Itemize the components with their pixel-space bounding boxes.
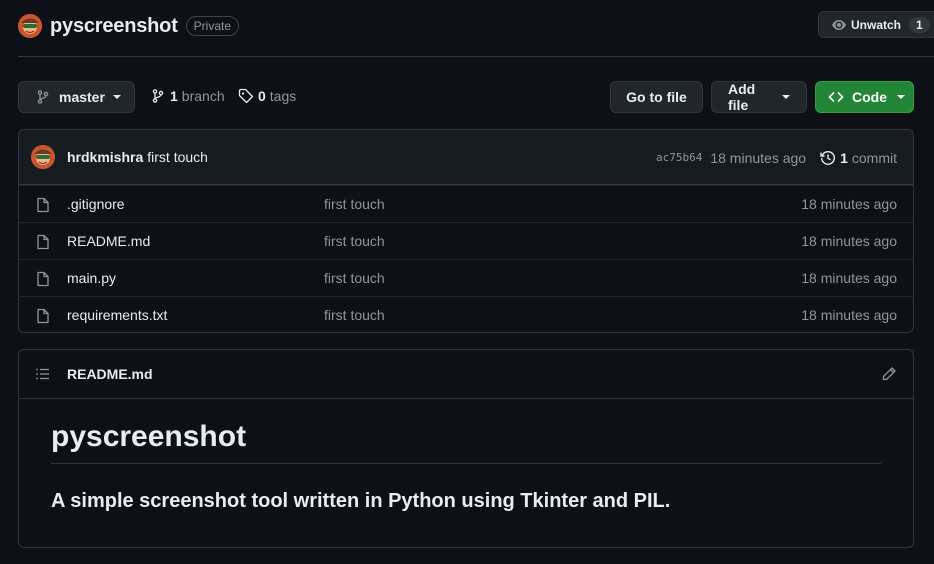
header-divider: [18, 56, 934, 57]
file-name[interactable]: .gitignore: [67, 196, 125, 212]
repo-name[interactable]: pyscreenshot: [50, 15, 178, 38]
file-icon: [35, 234, 51, 250]
watch-count: 1: [909, 16, 930, 33]
file-icon: [35, 308, 51, 324]
file-commit-message[interactable]: first touch: [324, 307, 385, 323]
file-row: .gitignore first touch 18 minutes ago: [19, 185, 913, 222]
commit-meta: ac75b64 18 minutes ago 1 commit: [656, 130, 897, 185]
git-branch-icon: [150, 88, 166, 104]
file-commit-time: 18 minutes ago: [801, 233, 897, 249]
add-file-label: Add file: [728, 81, 756, 113]
eye-icon: [831, 17, 847, 33]
latest-commit-bar: hrdkmishra first touch ac75b64 18 minute…: [19, 130, 913, 185]
file-row: main.py first touch 18 minutes ago: [19, 259, 913, 296]
file-name[interactable]: main.py: [67, 270, 116, 286]
file-icon: [35, 271, 51, 287]
branch-count: 1: [170, 88, 178, 104]
file-commit-message[interactable]: first touch: [324, 196, 385, 212]
tags-link[interactable]: 0 tags: [238, 88, 296, 104]
tag-icon: [238, 88, 254, 104]
visibility-badge: Private: [185, 16, 240, 36]
history-icon: [820, 150, 836, 166]
unwatch-button[interactable]: Unwatch 1: [818, 11, 934, 38]
file-row: requirements.txt first touch 18 minutes …: [19, 296, 913, 332]
file-name[interactable]: requirements.txt: [67, 307, 167, 323]
pencil-icon[interactable]: [881, 366, 897, 382]
caret-down-icon: [112, 93, 121, 101]
readme-heading: pyscreenshot: [51, 419, 881, 464]
readme-panel: README.md pyscreenshot A simple screensh…: [18, 349, 914, 548]
file-row: README.md first touch 18 minutes ago: [19, 222, 913, 259]
commit-count: 1: [840, 149, 848, 166]
file-icon: [35, 197, 51, 213]
git-branch-icon: [35, 89, 51, 105]
file-commit-message[interactable]: first touch: [324, 270, 385, 286]
tag-word: tags: [269, 88, 297, 104]
readme-header: README.md: [19, 350, 913, 399]
commit-author[interactable]: hrdkmishra: [67, 149, 143, 165]
unwatch-label: Unwatch: [851, 17, 902, 32]
commit-sha[interactable]: ac75b64: [656, 151, 702, 164]
caret-down-icon: [782, 93, 790, 101]
owner-avatar[interactable]: [18, 14, 42, 38]
file-commit-time: 18 minutes ago: [801, 307, 897, 323]
commit-word: commit: [851, 149, 897, 166]
commits-link[interactable]: 1 commit: [820, 150, 897, 166]
branch-selector-button[interactable]: master: [18, 81, 135, 113]
repo-header: pyscreenshot Private: [18, 12, 240, 40]
author-avatar[interactable]: [31, 145, 55, 169]
list-icon[interactable]: [35, 366, 51, 382]
file-commit-time: 18 minutes ago: [801, 270, 897, 286]
caret-down-icon: [897, 93, 905, 101]
go-to-file-button[interactable]: Go to file: [610, 81, 703, 113]
file-name[interactable]: README.md: [67, 233, 150, 249]
readme-content: pyscreenshot A simple screenshot tool wr…: [19, 399, 913, 513]
branch-name: master: [59, 89, 105, 105]
file-commit-message[interactable]: first touch: [324, 233, 385, 249]
code-label: Code: [852, 89, 887, 105]
add-file-button[interactable]: Add file: [711, 81, 807, 113]
tag-count: 0: [258, 88, 266, 104]
readme-description: A simple screenshot tool written in Pyth…: [51, 490, 671, 512]
readme-filename[interactable]: README.md: [67, 366, 153, 382]
commit-message[interactable]: first touch: [147, 149, 208, 165]
code-icon: [828, 89, 844, 105]
code-button[interactable]: Code: [815, 81, 914, 113]
commit-time: 18 minutes ago: [710, 149, 807, 166]
branches-link[interactable]: 1 branch: [150, 88, 225, 104]
branch-word: branch: [181, 88, 225, 104]
file-commit-time: 18 minutes ago: [801, 196, 897, 212]
file-browser: hrdkmishra first touch ac75b64 18 minute…: [18, 129, 914, 333]
